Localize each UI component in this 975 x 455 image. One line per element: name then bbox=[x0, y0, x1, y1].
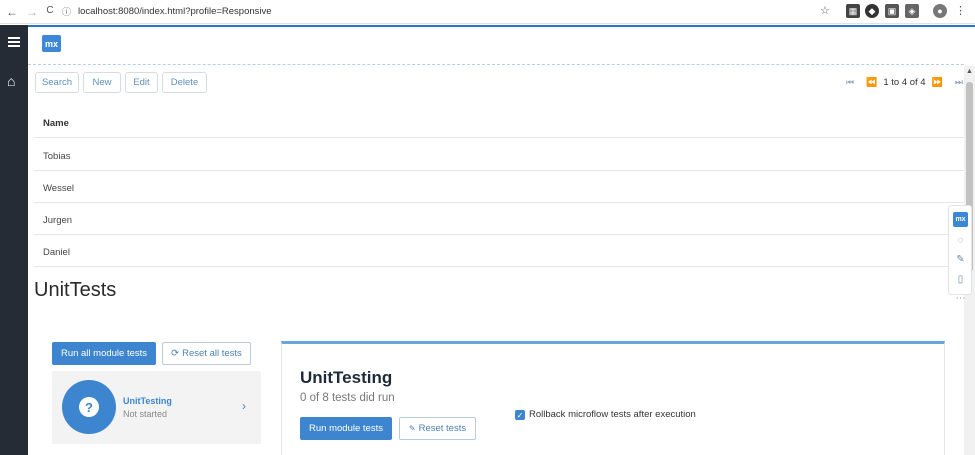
table-row[interactable]: Tobias bbox=[34, 139, 964, 171]
chat-icon[interactable]: ◌ bbox=[953, 233, 968, 248]
avatar[interactable]: ● bbox=[933, 4, 947, 18]
reset-all-label: Reset all tests bbox=[182, 348, 242, 359]
edit-button[interactable]: Edit bbox=[125, 72, 158, 93]
back-icon[interactable]: ← bbox=[2, 5, 22, 19]
reload-icon[interactable]: C bbox=[40, 5, 60, 16]
module-status: Not started bbox=[123, 409, 168, 419]
first-page-icon[interactable]: ⏮ bbox=[846, 77, 854, 88]
address-bar[interactable]: ⓘ localhost:8080/index.html?profile=Resp… bbox=[62, 3, 842, 20]
browser-toolbar: ← → C ⓘ localhost:8080/index.html?profil… bbox=[0, 0, 975, 24]
module-status-circle: ? bbox=[62, 380, 116, 434]
app-header: mx bbox=[28, 27, 964, 65]
star-icon[interactable]: ☆ bbox=[820, 4, 830, 17]
grid-column-header[interactable]: Name bbox=[34, 107, 964, 138]
rollback-checkbox[interactable]: ✓ bbox=[515, 410, 525, 420]
reset-tests-label: Reset tests bbox=[418, 423, 467, 434]
phone-icon[interactable]: ▯ bbox=[953, 272, 968, 287]
mx-logo[interactable]: mx bbox=[42, 35, 61, 52]
floating-toolbar: mx ◌ ✎ ▯ ⋯ bbox=[948, 205, 972, 304]
screenshot-icon[interactable]: ▣ bbox=[885, 4, 899, 18]
module-detail-panel: UnitTesting 0 of 8 tests did run Run mod… bbox=[281, 341, 945, 455]
new-button[interactable]: New bbox=[83, 72, 121, 93]
rollback-label: Rollback microflow tests after execution bbox=[529, 409, 696, 420]
menu-icon[interactable]: ⋮ bbox=[955, 4, 966, 17]
home-icon[interactable]: ⌂ bbox=[7, 73, 15, 89]
reset-tests-button[interactable]: ✎ Reset tests bbox=[399, 417, 476, 440]
module-name: UnitTesting bbox=[123, 396, 172, 406]
last-page-icon[interactable]: ⏭ bbox=[955, 77, 963, 88]
paging-bar: ⏮ ⏪ 1 to 4 of 4 ⏩ ⏭ bbox=[840, 77, 969, 88]
run-module-tests-button[interactable]: Run module tests bbox=[300, 417, 392, 440]
search-button[interactable]: Search bbox=[35, 72, 79, 93]
next-page-icon[interactable]: ⏩ bbox=[932, 77, 943, 88]
delete-button[interactable]: Delete bbox=[162, 72, 207, 93]
module-card[interactable]: ? UnitTesting Not started › bbox=[52, 371, 261, 444]
panel-title: UnitTesting bbox=[300, 368, 393, 387]
section-title: UnitTests bbox=[34, 279, 117, 301]
eraser-icon: ✎ bbox=[408, 424, 416, 433]
shield-icon[interactable]: ◆ bbox=[865, 4, 879, 18]
previous-page-icon[interactable]: ⏪ bbox=[866, 77, 877, 88]
mx-icon[interactable]: mx bbox=[953, 212, 968, 227]
url-text: localhost:8080/index.html?profile=Respon… bbox=[78, 6, 272, 17]
refresh-icon: ⟳ bbox=[171, 348, 180, 359]
extension-icon[interactable]: ▦ bbox=[846, 4, 860, 18]
chevron-right-icon[interactable]: › bbox=[242, 399, 246, 413]
cat-icon[interactable]: ◈ bbox=[905, 4, 919, 18]
table-row[interactable]: Wessel bbox=[34, 171, 964, 203]
info-icon: ⓘ bbox=[62, 7, 72, 17]
scroll-up-icon[interactable]: ▲ bbox=[966, 68, 973, 75]
reset-all-tests-button[interactable]: ⟳ Reset all tests bbox=[162, 342, 251, 365]
forward-icon[interactable]: → bbox=[22, 5, 42, 19]
hamburger-icon[interactable] bbox=[8, 37, 20, 49]
question-icon: ? bbox=[79, 397, 99, 417]
share-icon[interactable]: ⋯ bbox=[953, 291, 968, 306]
panel-subtitle: 0 of 8 tests did run bbox=[300, 392, 395, 404]
table-row[interactable]: Jurgen bbox=[34, 203, 964, 235]
paging-text: 1 to 4 of 4 bbox=[883, 77, 926, 88]
run-all-tests-button[interactable]: Run all module tests bbox=[52, 342, 156, 365]
sidebar: ⌂ bbox=[0, 25, 28, 455]
table-row[interactable]: Daniel bbox=[34, 235, 964, 267]
pencil-icon[interactable]: ✎ bbox=[953, 252, 968, 267]
